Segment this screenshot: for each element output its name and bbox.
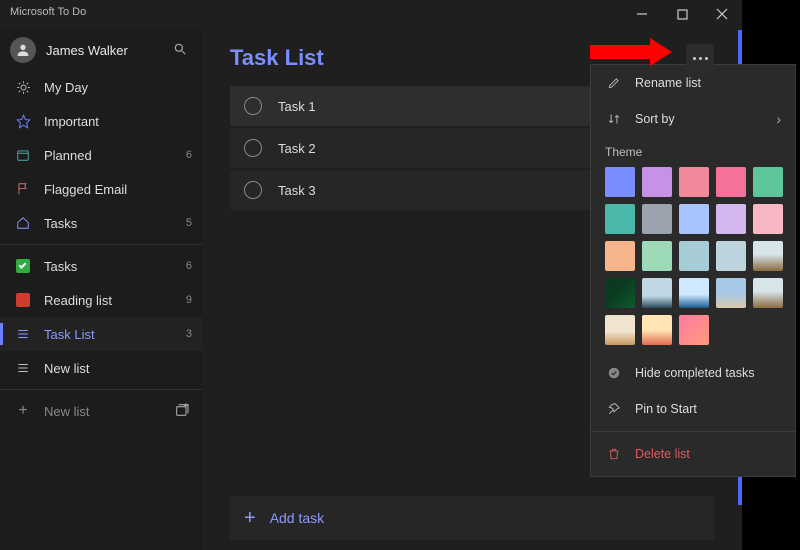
pin-icon — [605, 402, 623, 416]
star-icon — [12, 114, 34, 129]
theme-swatch[interactable] — [605, 204, 635, 234]
theme-swatch[interactable] — [679, 278, 709, 308]
task-checkbox[interactable] — [244, 97, 262, 115]
list-options-button[interactable] — [686, 44, 714, 72]
maximize-button[interactable] — [662, 0, 702, 28]
user-name: James Walker — [46, 43, 168, 58]
minimize-button[interactable] — [622, 0, 662, 28]
theme-swatch[interactable] — [716, 241, 746, 271]
theme-swatch[interactable] — [716, 278, 746, 308]
theme-swatch[interactable] — [753, 204, 783, 234]
menu-sort-by[interactable]: Sort by › — [591, 101, 795, 137]
theme-swatch[interactable] — [642, 167, 672, 197]
task-label: Task 3 — [278, 183, 316, 198]
sidebar-divider — [0, 244, 202, 245]
theme-swatch[interactable] — [605, 167, 635, 197]
menu-pin-to-start[interactable]: Pin to Start — [591, 391, 795, 427]
plus-icon: + — [244, 507, 256, 530]
app-name: Microsoft To Do — [0, 0, 96, 24]
sun-icon — [12, 80, 34, 95]
plus-icon: + — [12, 402, 34, 420]
sidebar-divider-2 — [0, 389, 202, 390]
calendar-icon — [12, 148, 34, 162]
square-red-icon — [12, 293, 34, 307]
check-circle-icon — [605, 366, 623, 380]
theme-swatch[interactable] — [716, 167, 746, 197]
sidebar-smart-myday[interactable]: My Day — [0, 70, 202, 104]
sort-icon — [605, 112, 623, 126]
task-checkbox[interactable] — [244, 139, 262, 157]
theme-swatch[interactable] — [753, 278, 783, 308]
task-checkbox[interactable] — [244, 181, 262, 199]
dots-icon — [693, 57, 708, 60]
theme-swatch[interactable] — [605, 315, 635, 345]
task-label: Task 2 — [278, 141, 316, 156]
sidebar-list-reading[interactable]: Reading list 9 — [0, 283, 202, 317]
theme-swatch[interactable] — [679, 241, 709, 271]
theme-swatch[interactable] — [753, 241, 783, 271]
home-icon — [12, 216, 34, 230]
theme-swatch[interactable] — [716, 204, 746, 234]
theme-swatch[interactable] — [642, 241, 672, 271]
theme-swatch[interactable] — [642, 204, 672, 234]
title-bar: Microsoft To Do — [0, 0, 742, 30]
add-task-label: Add task — [270, 510, 324, 526]
sidebar-list-tasklist[interactable]: Task List 3 — [0, 317, 202, 351]
user-row[interactable]: James Walker — [0, 30, 202, 70]
menu-hide-completed[interactable]: Hide completed tasks — [591, 355, 795, 391]
list-icon — [12, 361, 34, 375]
sidebar-new-list[interactable]: + New list — [0, 394, 202, 428]
theme-swatch[interactable] — [605, 241, 635, 271]
sidebar-smart-important[interactable]: Important — [0, 104, 202, 138]
flag-icon — [12, 182, 34, 196]
menu-delete-list[interactable]: Delete list — [591, 436, 795, 472]
chevron-right-icon: › — [776, 111, 781, 127]
search-icon[interactable] — [168, 42, 192, 59]
sidebar: James Walker My Day Important Planned 6 … — [0, 30, 202, 550]
theme-swatch[interactable] — [679, 167, 709, 197]
trash-icon — [605, 447, 623, 461]
pencil-icon — [605, 76, 623, 90]
menu-divider — [591, 431, 795, 432]
close-button[interactable] — [702, 0, 742, 28]
menu-theme-header: Theme — [591, 137, 795, 163]
theme-swatch[interactable] — [753, 167, 783, 197]
new-list-group-icon[interactable] — [174, 402, 190, 421]
sidebar-smart-planned[interactable]: Planned 6 — [0, 138, 202, 172]
avatar — [10, 37, 36, 63]
annotation-arrow — [590, 38, 672, 66]
sidebar-smart-flagged[interactable]: Flagged Email — [0, 172, 202, 206]
list-title[interactable]: Task List — [230, 45, 324, 71]
theme-swatch[interactable] — [642, 278, 672, 308]
theme-swatches — [591, 163, 795, 355]
sidebar-smart-tasks[interactable]: Tasks 5 — [0, 206, 202, 240]
square-green-icon — [12, 259, 34, 273]
theme-swatch[interactable] — [642, 315, 672, 345]
sidebar-list-tasks[interactable]: Tasks 6 — [0, 249, 202, 283]
list-icon — [12, 327, 34, 341]
theme-swatch[interactable] — [679, 204, 709, 234]
task-label: Task 1 — [278, 99, 316, 114]
theme-swatch[interactable] — [679, 315, 709, 345]
list-options-menu: Rename list Sort by › Theme — [590, 64, 796, 477]
sidebar-list-newlist[interactable]: New list — [0, 351, 202, 385]
add-task-input[interactable]: + Add task — [230, 496, 714, 540]
theme-swatch[interactable] — [605, 278, 635, 308]
